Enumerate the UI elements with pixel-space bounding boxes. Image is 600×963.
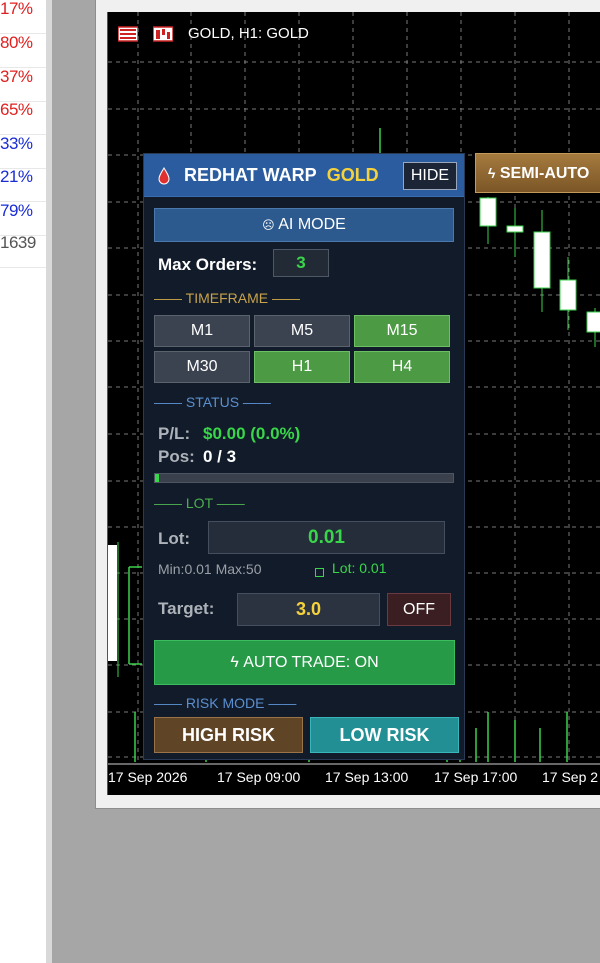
x-axis-label: 17 Sep 2	[542, 769, 599, 785]
left-column-value: 1639	[0, 233, 46, 268]
pl-value: $0.00 (0.0%)	[203, 424, 301, 443]
left-column-value: 80%	[0, 33, 46, 68]
hide-button[interactable]: HIDE	[403, 162, 457, 190]
lot-min-max: Min:0.01 Max:50	[158, 561, 262, 577]
timeframe-header: —— TIMEFRAME ——	[154, 290, 300, 306]
left-column-value: 17%	[0, 0, 46, 34]
list-icon[interactable]	[117, 26, 139, 42]
ai-mode-button[interactable]: ☹ AI MODE	[154, 208, 454, 242]
robot-icon: ☹	[262, 218, 275, 232]
target-label: Target:	[158, 599, 215, 618]
pl-label: P/L:	[158, 424, 191, 443]
timeframe-button-m15[interactable]: M15	[354, 315, 450, 347]
risk-header-text: RISK MODE	[185, 695, 265, 711]
max-orders-label: Max Orders:	[158, 255, 258, 274]
max-orders-value: 3	[296, 253, 306, 272]
x-axis-label: 17 Sep 17:00	[434, 769, 518, 785]
timeframe-button-h1[interactable]: H1	[254, 351, 350, 383]
status-header-text: STATUS	[185, 394, 240, 410]
auto-trade-label: AUTO TRADE: ON	[243, 654, 379, 671]
position-progress-bar	[154, 473, 454, 483]
chart-title: GOLD, H1: GOLD	[188, 25, 309, 42]
lot-info-icon	[315, 568, 324, 577]
lot-current: Lot: 0.01	[332, 560, 387, 576]
candle-body	[559, 279, 577, 311]
candle-body	[533, 231, 551, 289]
candle-body	[108, 545, 117, 661]
ai-mode-label: AI MODE	[278, 216, 346, 233]
lot-input[interactable]: 0.01	[208, 521, 445, 554]
max-orders-input[interactable]: 3	[273, 249, 329, 277]
panel-title-accent: GOLD	[326, 165, 379, 185]
left-column-value: 33%	[0, 134, 46, 169]
timeframe-header-text: TIMEFRAME	[185, 290, 269, 306]
position-progress-fill	[155, 474, 159, 482]
timeframe-button-m1[interactable]: M1	[154, 315, 250, 347]
pos-value: 0 / 3	[203, 447, 237, 466]
timeframe-button-h4[interactable]: H4	[354, 351, 450, 383]
x-axis-label: 17 Sep 13:00	[325, 769, 409, 785]
lot-header: —— LOT ——	[154, 495, 245, 511]
lot-label: Lot:	[158, 529, 191, 548]
pos-label: Pos:	[158, 447, 195, 466]
low-risk-button[interactable]: LOW RISK	[310, 717, 459, 753]
splitter[interactable]	[46, 0, 52, 963]
lightning-icon: ϟ	[488, 165, 496, 181]
semi-auto-button[interactable]: ϟ SEMI-AUTO	[475, 153, 600, 193]
target-input[interactable]: 3.0	[237, 593, 380, 626]
candle-body	[506, 225, 524, 233]
semi-auto-label: SEMI-AUTO	[499, 165, 590, 182]
lightning-icon: ϟ	[230, 654, 239, 671]
left-column-value: 21%	[0, 167, 46, 202]
left-column-value: 79%	[0, 201, 46, 236]
target-value: 3.0	[295, 599, 322, 619]
high-risk-button[interactable]: HIGH RISK	[154, 717, 303, 753]
trading-panel: REDHAT WARP GOLD HIDE ☹ AI MODE Max Orde…	[143, 153, 465, 760]
risk-header: —— RISK MODE ——	[154, 695, 297, 711]
timeframe-button-m30[interactable]: M30	[154, 351, 250, 383]
lot-value: 0.01	[308, 527, 345, 548]
left-column-value: 65%	[0, 100, 46, 135]
x-axis-label: 17 Sep 2026	[108, 769, 188, 785]
timeframe-button-m5[interactable]: M5	[254, 315, 350, 347]
flame-icon	[158, 167, 170, 185]
chart-type-icon[interactable]	[152, 26, 174, 42]
lot-header-text: LOT	[185, 495, 213, 511]
left-column: 17% 80% 37% 65% 33% 21% 79% 1639	[0, 0, 47, 963]
candle-body	[586, 311, 600, 333]
x-axis-label: 17 Sep 09:00	[217, 769, 301, 785]
panel-title: REDHAT WARP GOLD	[184, 165, 379, 186]
target-toggle-button[interactable]: OFF	[387, 593, 451, 626]
panel-header[interactable]: REDHAT WARP GOLD HIDE	[144, 154, 464, 197]
auto-trade-button[interactable]: ϟ AUTO TRADE: ON	[154, 640, 455, 685]
panel-title-main: REDHAT WARP	[184, 165, 317, 185]
candle-body	[479, 197, 497, 227]
status-header: —— STATUS ——	[154, 394, 271, 410]
left-column-value: 37%	[0, 67, 46, 102]
